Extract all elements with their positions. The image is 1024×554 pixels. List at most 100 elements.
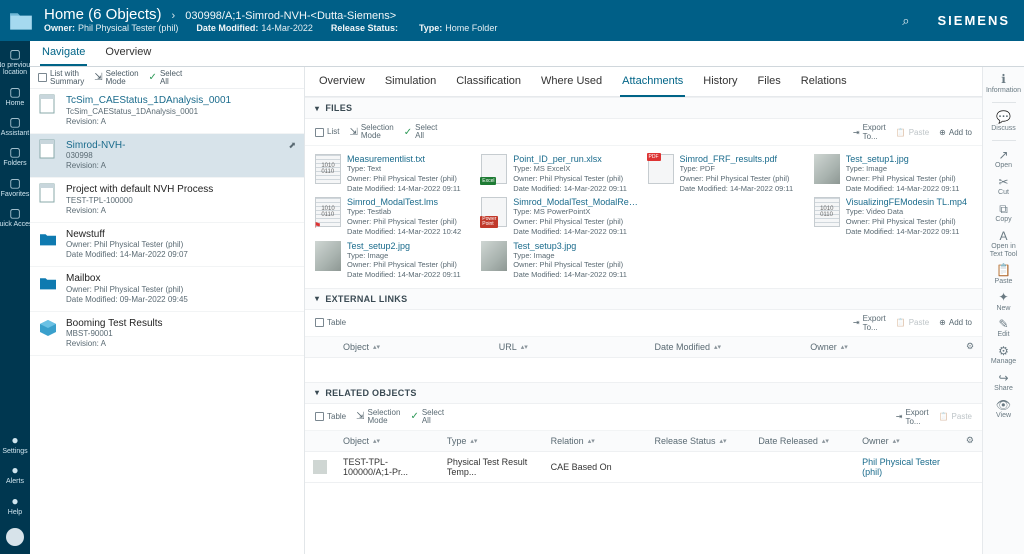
selection-mode-button[interactable]: ⇲Selection Mode — [94, 70, 138, 86]
manage-icon: ⚙ — [998, 345, 1009, 358]
detail-tab-simulation[interactable]: Simulation — [383, 67, 438, 97]
nav-item[interactable]: Booming Test Results MBST-90001 Revision… — [30, 312, 304, 357]
paste-button[interactable]: 📋Paste — [896, 318, 929, 327]
select-all-button[interactable]: ✓Select All — [404, 124, 438, 140]
info-paste[interactable]: 📋Paste — [995, 264, 1013, 285]
section-files-header[interactable]: ▾FILES — [305, 97, 982, 119]
list-summary-button[interactable]: List with Summary — [38, 70, 84, 86]
file-card[interactable]: Power Point Simrod_ModalTest_ModalReport… — [481, 197, 639, 236]
rail-item-no[interactable]: ▢No previous location — [0, 45, 30, 80]
file-card[interactable]: Test_setup3.jpg Type: Image Owner: Phil … — [481, 241, 639, 280]
file-card[interactable]: 10100110 Measurementlist.txt Type: Text … — [315, 154, 473, 193]
column-header[interactable]: Date Released▴▾ — [750, 431, 854, 451]
file-card[interactable]: Test_setup2.jpg Type: Image Owner: Phil … — [315, 241, 473, 280]
paste-button[interactable]: 📋Paste — [896, 128, 929, 137]
detail-tab-files[interactable]: Files — [756, 67, 783, 97]
file-card[interactable]: 10100110 VisualizingFEModesin TL.mp4 Typ… — [814, 197, 972, 236]
column-header[interactable]: Owner▴▾ — [854, 431, 958, 451]
column-header[interactable]: Type▴▾ — [439, 431, 543, 451]
file-card[interactable]: PDF Simrod_FRF_results.pdf Type: PDF Own… — [648, 154, 806, 193]
file-card[interactable]: Test_setup1.jpg Type: Image Owner: Phil … — [814, 154, 972, 193]
folder-icon — [8, 10, 34, 32]
tab-navigate[interactable]: Navigate — [40, 40, 87, 66]
info-manage[interactable]: ⚙Manage — [991, 345, 1016, 366]
info-new[interactable]: ✦New — [996, 291, 1010, 312]
column-header[interactable]: URL▴▾ — [491, 337, 647, 357]
info-edit[interactable]: ✎Edit — [997, 318, 1009, 339]
nav-item[interactable]: TcSim_CAEStatus_1DAnalysis_0001 TcSim_CA… — [30, 89, 304, 134]
file-card[interactable]: Excel Point_ID_per_run.xlsx Type: MS Exc… — [481, 154, 639, 193]
info-copy[interactable]: ⧉Copy — [995, 203, 1011, 224]
open-in-new-icon[interactable]: ⬈ — [288, 140, 296, 172]
detail-tab-where-used[interactable]: Where Used — [539, 67, 604, 97]
column-header[interactable]: Object▴▾ — [335, 431, 439, 451]
gear-icon[interactable]: ⚙ — [958, 435, 982, 446]
nav-item[interactable]: Mailbox Owner: Phil Physical Tester (phi… — [30, 267, 304, 312]
export-button[interactable]: ⇥Export To... — [853, 314, 886, 332]
selection-mode-button[interactable]: ⇲Selection Mode — [356, 409, 400, 425]
info-information[interactable]: ℹInformation — [986, 73, 1021, 94]
table-view-button[interactable]: Table — [315, 412, 346, 421]
section-external-header[interactable]: ▾EXTERNAL LINKS — [305, 288, 982, 310]
column-header[interactable]: Relation▴▾ — [543, 431, 647, 451]
item-revision: Revision: A — [66, 161, 280, 171]
file-thumb-icon: Power Point — [481, 197, 507, 227]
select-all-button[interactable]: ✓Select All — [410, 409, 444, 425]
breadcrumb[interactable]: 030998/A;1-Simrod-NVH-<Dutta-Siemens> — [185, 10, 396, 22]
rail-item-folders[interactable]: ▢Folders — [0, 143, 30, 170]
nav-list: List with Summary ⇲Selection Mode ✓Selec… — [30, 67, 305, 554]
help-icon: ● — [9, 495, 22, 508]
info-share[interactable]: ↪Share — [994, 372, 1013, 393]
file-card[interactable]: 10100110⚑ Simrod_ModalTest.lms Type: Tes… — [315, 197, 473, 236]
gear-icon[interactable]: ⚙ — [958, 341, 982, 352]
detail-tab-overview[interactable]: Overview — [317, 67, 367, 97]
rail-item-settings[interactable]: ●Settings — [0, 431, 30, 458]
detail-tab-classification[interactable]: Classification — [454, 67, 523, 97]
column-header[interactable]: Date Modified▴▾ — [647, 337, 803, 357]
nav-item[interactable]: Newstuff Owner: Phil Physical Tester (ph… — [30, 223, 304, 268]
file-name: Point_ID_per_run.xlsx — [513, 154, 639, 164]
item-title: Mailbox — [66, 273, 296, 285]
info-cut[interactable]: ✂Cut — [998, 176, 1009, 197]
list-view-button[interactable]: List — [315, 128, 339, 137]
file-thumb-icon — [315, 241, 341, 271]
nav-item[interactable]: Project with default NVH Process TEST-TP… — [30, 178, 304, 223]
column-header[interactable]: Release Status▴▾ — [646, 431, 750, 451]
rail-item-alerts[interactable]: ●Alerts — [0, 461, 30, 488]
file-thumb-icon: 10100110 — [814, 197, 840, 227]
export-button[interactable]: ⇥Export To... — [896, 408, 929, 426]
nav-item[interactable]: Simrod-NVH- 030998 Revision: A ⬈ — [30, 134, 304, 179]
sort-icon: ▴▾ — [720, 437, 727, 445]
add-to-button[interactable]: ⊕Add to — [939, 318, 972, 327]
info-view[interactable]: 👁View — [996, 399, 1011, 420]
folders-icon: ▢ — [9, 146, 22, 159]
info-open[interactable]: AOpen in Text Tool — [990, 230, 1018, 258]
rail-item-favorites[interactable]: ▢Favorites — [0, 174, 30, 201]
detail-tab-history[interactable]: History — [701, 67, 739, 97]
table-row[interactable]: TEST-TPL-100000/A;1-Pr... Physical Test … — [305, 452, 982, 483]
view-icon: 👁 — [996, 399, 1011, 412]
export-button[interactable]: ⇥Export To... — [853, 123, 886, 141]
add-to-button[interactable]: ⊕Add to — [939, 128, 972, 137]
section-related-header[interactable]: ▾RELATED OBJECTS — [305, 382, 982, 404]
info-discuss[interactable]: 💬Discuss — [991, 111, 1016, 132]
search-icon[interactable]: ⌕ — [902, 13, 909, 29]
select-all-button[interactable]: ✓Select All — [149, 70, 183, 86]
rail-label: Help — [8, 509, 22, 516]
info-label: Open in Text Tool — [990, 243, 1018, 258]
rail-item-quick[interactable]: ▢Quick Access — [0, 204, 30, 231]
avatar[interactable] — [6, 528, 24, 546]
detail-tab-attachments[interactable]: Attachments — [620, 67, 685, 97]
rail-item-assistant[interactable]: ▢Assistant — [0, 113, 30, 140]
file-date: Date Modified: 14-Mar-2022 09:11 — [347, 270, 473, 280]
rail-item-home[interactable]: ▢Home — [0, 83, 30, 110]
detail-tab-relations[interactable]: Relations — [799, 67, 849, 97]
column-header[interactable]: Owner▴▾ — [802, 337, 958, 357]
table-view-button[interactable]: Table — [315, 318, 346, 327]
selection-mode-button[interactable]: ⇲Selection Mode — [349, 124, 393, 140]
rail-item-help[interactable]: ●Help — [0, 492, 30, 519]
paste-button[interactable]: 📋Paste — [939, 412, 972, 421]
info-open[interactable]: ↗Open — [995, 149, 1012, 170]
column-header[interactable]: Object▴▾ — [335, 337, 491, 357]
tab-overview[interactable]: Overview — [103, 40, 153, 66]
